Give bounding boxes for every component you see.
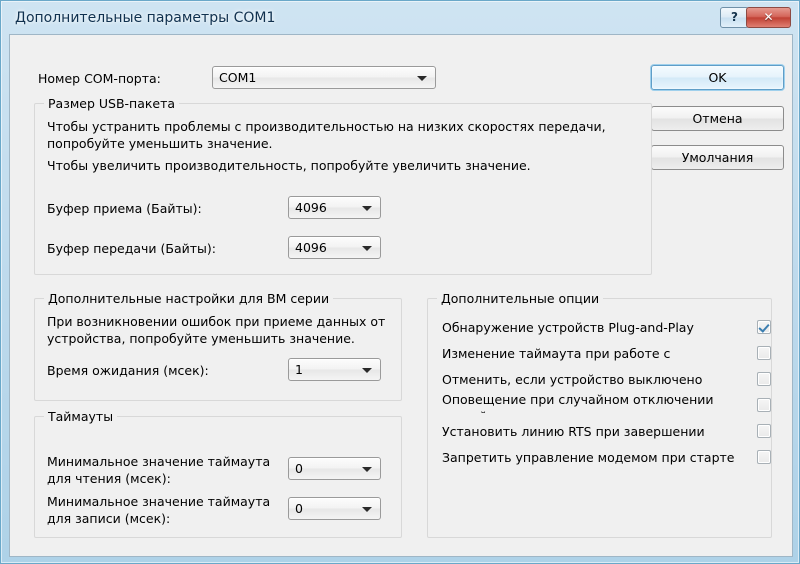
- option-label-plug-and-play: Обнаружение устройств Plug-and-Play: [442, 320, 694, 335]
- option-label-cancel-if-power-off: Отменить, если устройство выключено: [442, 372, 703, 387]
- option-label-set-rts-on-close: Установить линию RTS при завершении рабо…: [442, 424, 705, 439]
- option-checkbox-printer-timeout[interactable]: [757, 346, 771, 360]
- option-row-surprise-removal[interactable]: Оповещение при случайном отключении устр…: [442, 391, 772, 413]
- option-row-cancel-if-power-off[interactable]: Отменить, если устройство выключено: [442, 371, 772, 389]
- chevron-down-icon: [417, 76, 427, 81]
- rx-buffer-combobox[interactable]: 4096: [288, 196, 381, 219]
- bm-series-desc-line2: устройства, попробуйте уменьшить значени…: [47, 331, 355, 346]
- ok-button[interactable]: OK: [651, 65, 784, 90]
- dialog-client-area: Номер COM-порта: COM1 OK Отмена Умолчани…: [9, 34, 793, 557]
- write-timeout-label-line1: Минимальное значение таймаута: [47, 494, 271, 509]
- option-label-disable-modem-ctrl: Запретить управление модемом при старте: [442, 450, 735, 465]
- bm-series-desc-line1: При возникновении ошибок при приеме данн…: [47, 314, 386, 329]
- rx-buffer-value: 4096: [295, 200, 327, 215]
- additional-options-group: Дополнительные опции Обнаружение устройс…: [427, 291, 772, 538]
- defaults-button[interactable]: Умолчания: [651, 145, 784, 170]
- read-timeout-combobox[interactable]: 0: [288, 457, 381, 480]
- write-timeout-value: 0: [295, 501, 303, 516]
- write-timeout-label-line2: для записи (мсек):: [47, 511, 171, 526]
- chevron-down-icon: [362, 368, 372, 373]
- tx-buffer-combobox[interactable]: 4096: [288, 236, 381, 259]
- option-checkbox-surprise-removal[interactable]: [757, 398, 771, 412]
- chevron-down-icon: [362, 246, 372, 251]
- chevron-down-icon: [362, 206, 372, 211]
- option-checkbox-plug-and-play[interactable]: [757, 320, 771, 334]
- chevron-down-icon: [362, 467, 372, 472]
- option-row-plug-and-play[interactable]: Обнаружение устройств Plug-and-Play: [442, 319, 772, 337]
- additional-options-group-title: Дополнительные опции: [437, 291, 604, 306]
- help-button[interactable]: ?: [720, 7, 749, 28]
- read-timeout-value: 0: [295, 461, 303, 476]
- chevron-down-icon: [362, 507, 372, 512]
- option-label-printer-timeout: Изменение таймаута при работе с принтеро…: [442, 346, 671, 361]
- option-checkbox-set-rts-on-close[interactable]: [757, 424, 771, 438]
- usb-packet-desc-line3: Чтобы увеличить производительность, попр…: [47, 158, 531, 173]
- option-row-printer-timeout[interactable]: Изменение таймаута при работе с принтеро…: [442, 345, 772, 363]
- close-button[interactable]: ✕: [746, 7, 791, 28]
- com-port-value: COM1: [219, 70, 257, 85]
- tx-buffer-value: 4096: [295, 240, 327, 255]
- usb-packet-desc-line1: Чтобы устранить проблемы с производитель…: [47, 119, 606, 134]
- option-checkbox-cancel-if-power-off[interactable]: [757, 372, 771, 386]
- latency-timer-value: 1: [295, 362, 303, 377]
- title-bar[interactable]: Дополнительные параметры COM1 ? ✕: [1, 1, 800, 37]
- option-checkbox-disable-modem-ctrl[interactable]: [757, 450, 771, 464]
- read-timeout-label-line2: для чтения (мсек):: [47, 471, 171, 486]
- usb-packet-desc-line2: попробуйте уменьшить значение.: [47, 136, 273, 151]
- option-row-disable-modem-ctrl[interactable]: Запретить управление модемом при старте: [442, 449, 772, 467]
- option-row-set-rts-on-close[interactable]: Установить линию RTS при завершении рабо…: [442, 423, 772, 441]
- latency-timer-label: Время ожидания (мсек):: [47, 363, 209, 378]
- usb-packet-size-group: Размер USB-пакета Чтобы устранить пробле…: [34, 96, 652, 275]
- timeouts-group-title: Таймауты: [44, 409, 118, 424]
- com-port-label: Номер COM-порта:: [38, 71, 161, 86]
- rx-buffer-label: Буфер приема (Байты):: [47, 201, 202, 216]
- option-label-surprise-removal: Оповещение при случайном отключении устр…: [442, 392, 714, 413]
- latency-timer-combobox[interactable]: 1: [288, 358, 381, 381]
- window-title: Дополнительные параметры COM1: [15, 10, 276, 26]
- bm-series-group: Дополнительные настройки для BM серии Пр…: [34, 291, 402, 401]
- timeouts-group: Таймауты Минимальное значение таймаута д…: [34, 409, 402, 538]
- dialog-window: Дополнительные параметры COM1 ? ✕ Номер …: [0, 0, 800, 564]
- cancel-button[interactable]: Отмена: [651, 106, 784, 131]
- com-port-combobox[interactable]: COM1: [212, 66, 436, 89]
- usb-packet-size-group-title: Размер USB-пакета: [44, 96, 180, 111]
- bm-series-group-title: Дополнительные настройки для BM серии: [44, 291, 334, 306]
- write-timeout-combobox[interactable]: 0: [288, 497, 381, 520]
- read-timeout-label-line1: Минимальное значение таймаута: [47, 454, 271, 469]
- tx-buffer-label: Буфер передачи (Байты):: [47, 241, 217, 256]
